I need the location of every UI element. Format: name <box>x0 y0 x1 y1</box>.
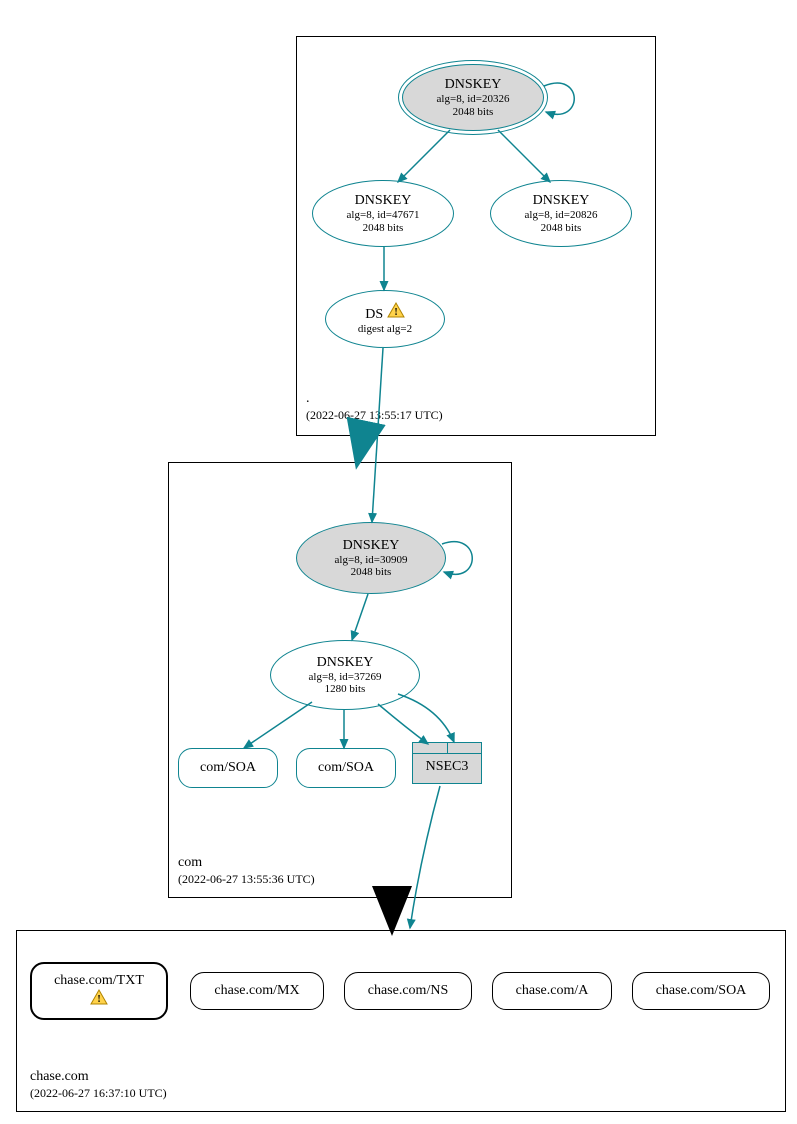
node-root-zsk2[interactable]: DNSKEY alg=8, id=20826 2048 bits <box>490 180 632 247</box>
node-sub1: digest alg=2 <box>358 323 412 335</box>
node-sub2: 2048 bits <box>541 222 582 234</box>
node-sub2: 2048 bits <box>453 106 494 118</box>
node-sub2: 1280 bits <box>325 683 366 695</box>
node-com-soa1[interactable]: com/SOA <box>178 748 278 788</box>
node-title: chase.com/TXT <box>54 973 144 989</box>
node-title: DNSKEY <box>445 77 502 93</box>
warning-icon: ! <box>387 302 405 323</box>
node-sub2: 2048 bits <box>351 566 392 578</box>
node-title: NSEC3 <box>412 754 482 784</box>
node-title: chase.com/A <box>516 983 589 999</box>
svg-text:!: ! <box>394 307 397 318</box>
node-sub2: 2048 bits <box>363 222 404 234</box>
node-chase-soa[interactable]: chase.com/SOA <box>632 972 770 1010</box>
node-sub1: alg=8, id=47671 <box>347 209 420 221</box>
node-title: chase.com/MX <box>214 983 299 999</box>
node-title: DNSKEY <box>317 655 374 671</box>
node-ds-row: DS ! <box>365 302 404 323</box>
zone-com-name: com <box>178 854 315 872</box>
node-title: com/SOA <box>318 760 374 776</box>
node-title: com/SOA <box>200 760 256 776</box>
node-nsec3[interactable]: NSEC3 <box>412 742 482 786</box>
node-com-soa2[interactable]: com/SOA <box>296 748 396 788</box>
node-root-ds[interactable]: DS ! digest alg=2 <box>325 290 445 348</box>
node-com-zsk[interactable]: DNSKEY alg=8, id=37269 1280 bits <box>270 640 420 710</box>
zone-chase-name: chase.com <box>30 1068 167 1086</box>
node-title: chase.com/NS <box>368 983 448 999</box>
zone-chase-label: chase.com (2022-06-27 16:37:10 UTC) <box>30 1068 167 1102</box>
node-root-ksk[interactable]: DNSKEY alg=8, id=20326 2048 bits <box>402 64 544 131</box>
node-title: chase.com/SOA <box>656 983 747 999</box>
node-title: DS <box>365 307 383 322</box>
node-sub1: alg=8, id=20326 <box>437 93 510 105</box>
warning-icon: ! <box>90 989 108 1010</box>
node-chase-a[interactable]: chase.com/A <box>492 972 612 1010</box>
zone-com-ts: (2022-06-27 13:55:36 UTC) <box>178 872 315 888</box>
node-chase-txt[interactable]: chase.com/TXT ! <box>30 962 168 1020</box>
zone-chase-ts: (2022-06-27 16:37:10 UTC) <box>30 1086 167 1102</box>
node-title: DNSKEY <box>533 193 590 209</box>
node-root-zsk1[interactable]: DNSKEY alg=8, id=47671 2048 bits <box>312 180 454 247</box>
node-sub1: alg=8, id=37269 <box>309 671 382 683</box>
zone-root-label: . (2022-06-27 13:55:17 UTC) <box>306 390 443 424</box>
zone-root-ts: (2022-06-27 13:55:17 UTC) <box>306 408 443 424</box>
node-com-ksk[interactable]: DNSKEY alg=8, id=30909 2048 bits <box>296 522 446 594</box>
svg-text:!: ! <box>97 994 100 1005</box>
node-sub1: alg=8, id=20826 <box>525 209 598 221</box>
node-title: DNSKEY <box>343 538 400 554</box>
zone-root-name: . <box>306 390 443 408</box>
node-sub1: alg=8, id=30909 <box>335 554 408 566</box>
node-chase-ns[interactable]: chase.com/NS <box>344 972 472 1010</box>
zone-com-label: com (2022-06-27 13:55:36 UTC) <box>178 854 315 888</box>
node-chase-mx[interactable]: chase.com/MX <box>190 972 324 1010</box>
node-title: DNSKEY <box>355 193 412 209</box>
